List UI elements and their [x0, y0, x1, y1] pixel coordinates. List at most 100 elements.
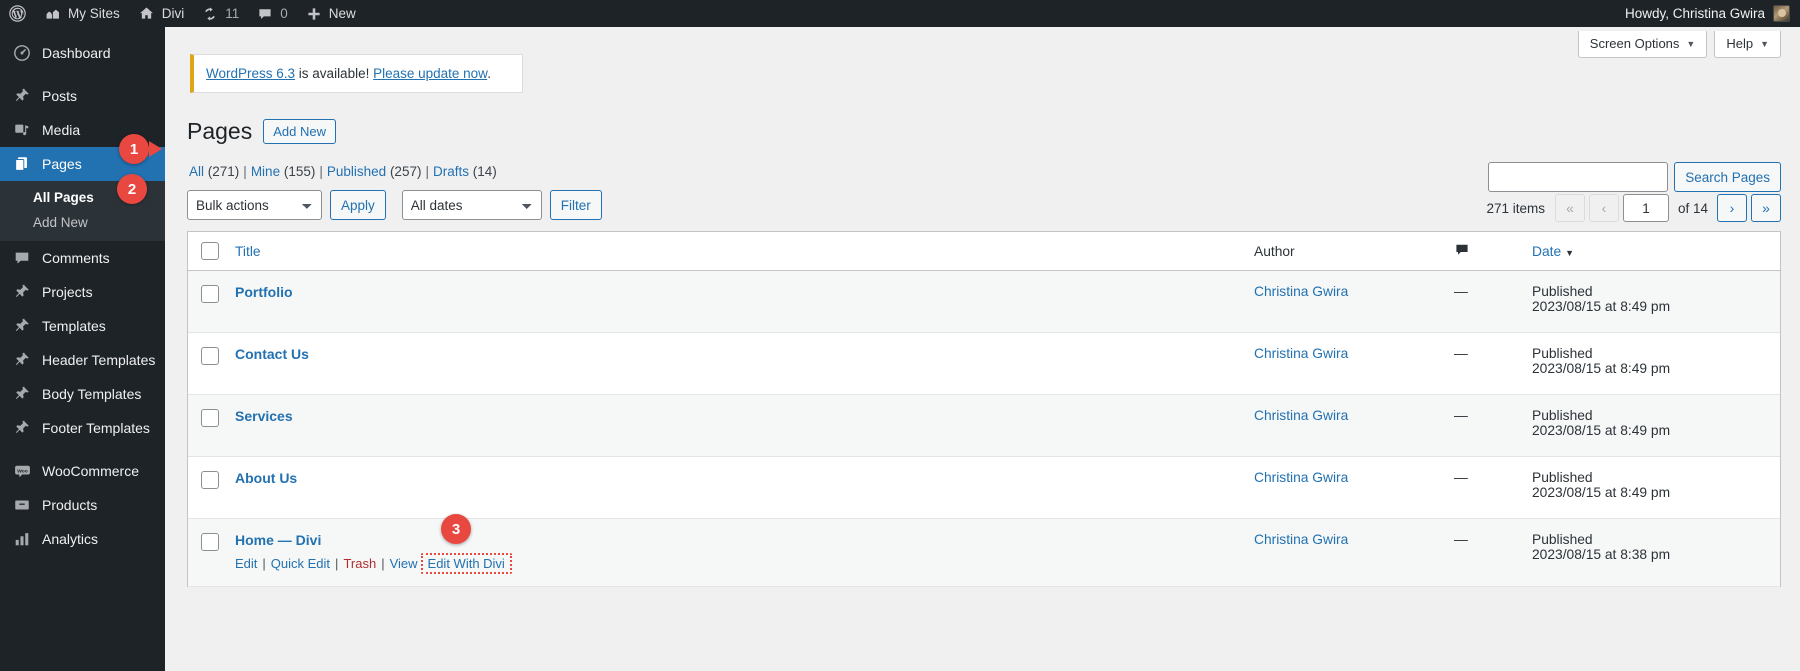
filter-published-link[interactable]: Published	[327, 164, 386, 179]
sidebar-item-products[interactable]: Products	[0, 488, 165, 522]
page-title-link[interactable]: About Us	[235, 470, 297, 486]
total-items-count: 271 items	[1486, 200, 1545, 216]
row-author-cell: Christina Gwira	[1254, 271, 1454, 299]
date-status: Published	[1532, 470, 1593, 485]
sidebar-item-templates[interactable]: Templates	[0, 309, 165, 343]
adminbar-my-sites-label: My Sites	[68, 6, 120, 21]
sidebar-item-label: Footer Templates	[42, 420, 150, 436]
sidebar-item-footer-templates[interactable]: Footer Templates	[0, 411, 165, 445]
help-button[interactable]: Help ▼	[1714, 31, 1781, 58]
column-header-title[interactable]: Title	[235, 244, 1254, 259]
sidebar-item-label: Comments	[42, 250, 110, 266]
row-date-cell: Published 2023/08/15 at 8:49 pm	[1532, 333, 1780, 376]
author-link[interactable]: Christina Gwira	[1254, 470, 1348, 485]
author-link[interactable]: Christina Gwira	[1254, 284, 1348, 299]
row-title-cell: Home — Divi Edit | Quick Edit | Trash | View Ed…	[235, 519, 1254, 588]
comments-count: —	[1454, 284, 1468, 299]
row-action-quick-edit[interactable]: Quick Edit	[271, 556, 330, 571]
my-sites-icon	[44, 5, 61, 22]
prev-page-button[interactable]: ‹	[1588, 194, 1619, 222]
sidebar-item-comments[interactable]: Comments	[0, 241, 165, 275]
notice-update-link[interactable]: Please update now	[373, 66, 487, 81]
annotation-badge-1: 1	[119, 134, 162, 164]
sidebar-separator-2	[0, 445, 165, 454]
sidebar-item-label: Projects	[42, 284, 93, 300]
sidebar-submenu-add-new[interactable]: Add New	[0, 210, 165, 235]
select-all-checkbox[interactable]	[201, 242, 219, 260]
next-page-button[interactable]: ›	[1717, 194, 1747, 222]
sidebar-item-woocommerce[interactable]: Woo WooCommerce	[0, 454, 165, 488]
filter-drafts-link[interactable]: Drafts	[433, 164, 469, 179]
row-checkbox[interactable]	[201, 285, 219, 303]
first-page-button[interactable]: «	[1554, 194, 1585, 222]
sidebar-item-analytics[interactable]: Analytics	[0, 522, 165, 556]
row-checkbox[interactable]	[201, 409, 219, 427]
sidebar-item-posts[interactable]: Posts	[0, 79, 165, 113]
column-header-date[interactable]: Date ▼	[1532, 244, 1780, 259]
row-author-cell: Christina Gwira	[1254, 457, 1454, 485]
apply-button[interactable]: Apply	[330, 190, 386, 220]
pin-icon	[11, 86, 33, 106]
filter-mine-count: (155)	[283, 164, 316, 179]
main-content: Screen Options ▼ Help ▼ WordPress 6.3 is…	[165, 27, 1800, 671]
date-status: Published	[1532, 408, 1593, 423]
row-date-cell: Published 2023/08/15 at 8:49 pm	[1532, 271, 1780, 314]
row-date-cell: Published 2023/08/15 at 8:49 pm	[1532, 457, 1780, 500]
row-action-trash[interactable]: Trash	[343, 556, 376, 571]
column-header-title-label[interactable]: Title	[235, 244, 261, 259]
sidebar-item-label: Header Templates	[42, 352, 156, 368]
search-input[interactable]	[1488, 162, 1669, 192]
sidebar-item-label: Templates	[42, 318, 106, 334]
table-row: Services Christina Gwira — Published 202…	[188, 395, 1780, 457]
notice-version-link[interactable]: WordPress 6.3	[206, 66, 295, 81]
search-pages-button[interactable]: Search Pages	[1674, 162, 1781, 192]
column-header-date-label[interactable]: Date	[1532, 244, 1561, 259]
adminbar-site-name[interactable]: Divi	[129, 0, 194, 27]
row-title-cell: Portfolio	[235, 271, 1254, 314]
adminbar-comments[interactable]: 0	[248, 0, 297, 27]
page-title-link[interactable]: Contact Us	[235, 346, 309, 362]
page-title-link[interactable]: Services	[235, 408, 293, 424]
help-label: Help	[1726, 36, 1754, 51]
adminbar-account-area[interactable]: Howdy, Christina Gwira	[1625, 0, 1794, 27]
author-link[interactable]: Christina Gwira	[1254, 346, 1348, 361]
screen-options-button[interactable]: Screen Options ▼	[1577, 31, 1708, 58]
last-page-button[interactable]: »	[1751, 194, 1781, 222]
pagination: 271 items « ‹ of 14 › »	[1486, 194, 1781, 222]
filter-mine-link[interactable]: Mine	[251, 164, 280, 179]
bulk-actions-select[interactable]: Bulk actions	[187, 190, 322, 220]
row-action-view[interactable]: View	[390, 556, 418, 571]
wordpress-logo-icon	[9, 5, 26, 22]
current-page-input[interactable]	[1622, 194, 1669, 222]
sidebar-item-projects[interactable]: Projects	[0, 275, 165, 309]
filter-button[interactable]: Filter	[549, 190, 602, 220]
row-action-edit[interactable]: Edit	[235, 556, 257, 571]
date-status: Published	[1532, 346, 1593, 361]
comments-count: —	[1454, 346, 1468, 361]
add-new-page-button[interactable]: Add New	[263, 119, 336, 144]
page-title-link[interactable]: Home	[235, 532, 274, 548]
row-checkbox[interactable]	[201, 347, 219, 365]
page-title-link[interactable]: Portfolio	[235, 284, 293, 300]
sidebar-item-header-templates[interactable]: Header Templates	[0, 343, 165, 377]
row-checkbox[interactable]	[201, 471, 219, 489]
adminbar-new-content[interactable]: New	[297, 0, 365, 27]
column-header-comments[interactable]	[1454, 242, 1532, 261]
filter-all-link[interactable]: All	[189, 164, 204, 179]
analytics-icon	[11, 529, 33, 549]
sidebar-item-label: Analytics	[42, 531, 99, 547]
row-comments-cell: —	[1454, 519, 1532, 547]
sidebar-item-dashboard[interactable]: Dashboard	[0, 36, 165, 70]
date-value: 2023/08/15 at 8:49 pm	[1532, 361, 1671, 376]
row-action-edit-with-divi[interactable]: Edit With Divi	[420, 553, 512, 574]
date-filter-select[interactable]: All dates	[401, 190, 542, 220]
author-link[interactable]: Christina Gwira	[1254, 408, 1348, 423]
adminbar-my-sites[interactable]: My Sites	[35, 0, 129, 27]
adminbar-wordpress-logo[interactable]	[0, 0, 35, 27]
row-checkbox[interactable]	[201, 533, 219, 551]
adminbar-updates[interactable]: 11	[193, 0, 248, 27]
column-header-author[interactable]: Author	[1254, 244, 1454, 259]
table-row: About Us Christina Gwira — Published 202…	[188, 457, 1780, 519]
sidebar-item-body-templates[interactable]: Body Templates	[0, 377, 165, 411]
author-link[interactable]: Christina Gwira	[1254, 532, 1348, 547]
